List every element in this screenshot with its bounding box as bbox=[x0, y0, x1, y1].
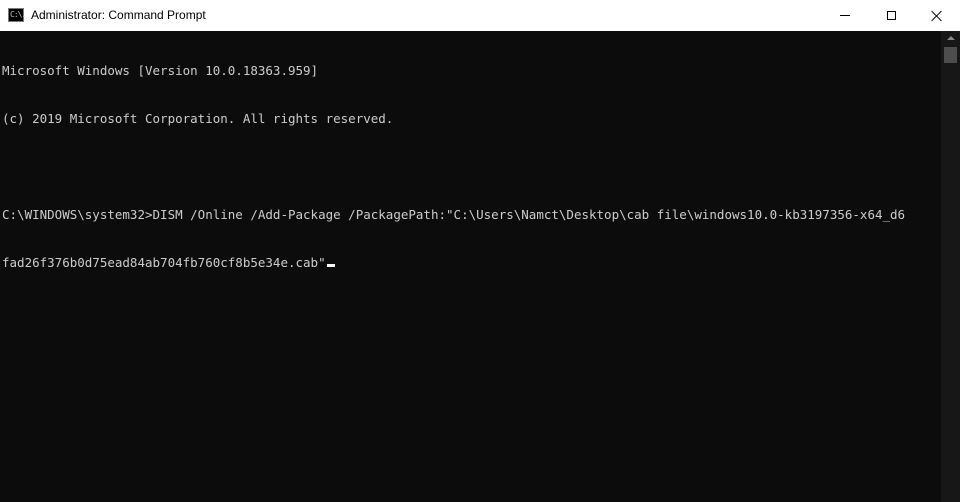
command-continuation-text: fad26f376b0d75ead84ab704fb760cf8b5e34e.c… bbox=[2, 255, 326, 270]
minimize-icon bbox=[840, 15, 850, 16]
minimize-button[interactable] bbox=[822, 0, 868, 31]
console-line-blank bbox=[2, 159, 905, 175]
console-line-command: C:\WINDOWS\system32>DISM /Online /Add-Pa… bbox=[2, 207, 906, 222]
scroll-up-button[interactable] bbox=[941, 31, 960, 45]
console-line-version: Microsoft Windows [Version 10.0.18363.95… bbox=[2, 63, 319, 78]
close-icon bbox=[931, 10, 943, 22]
console-line-copyright: (c) 2019 Microsoft Corporation. All righ… bbox=[2, 111, 394, 126]
command-prompt-icon-glyph: C:\. bbox=[10, 10, 26, 19]
scrollbar-thumb[interactable] bbox=[944, 47, 957, 63]
console-output[interactable]: Microsoft Windows [Version 10.0.18363.95… bbox=[0, 31, 941, 502]
command-prompt-window: C:\. Administrator: Command Prompt Micro… bbox=[0, 0, 960, 502]
window-title: Administrator: Command Prompt bbox=[31, 8, 206, 22]
console-text: Microsoft Windows [Version 10.0.18363.95… bbox=[2, 31, 905, 303]
text-cursor bbox=[326, 264, 335, 267]
chevron-up-icon bbox=[946, 36, 955, 40]
maximize-button[interactable] bbox=[868, 0, 914, 31]
command-prompt-icon[interactable]: C:\. bbox=[8, 8, 26, 22]
console-line-command-continued: fad26f376b0d75ead84ab704fb760cf8b5e34e.c… bbox=[2, 255, 905, 271]
vertical-scrollbar[interactable] bbox=[941, 31, 960, 502]
maximize-icon bbox=[886, 11, 896, 20]
title-bar[interactable]: C:\. Administrator: Command Prompt bbox=[0, 0, 960, 31]
close-button[interactable] bbox=[914, 0, 960, 31]
